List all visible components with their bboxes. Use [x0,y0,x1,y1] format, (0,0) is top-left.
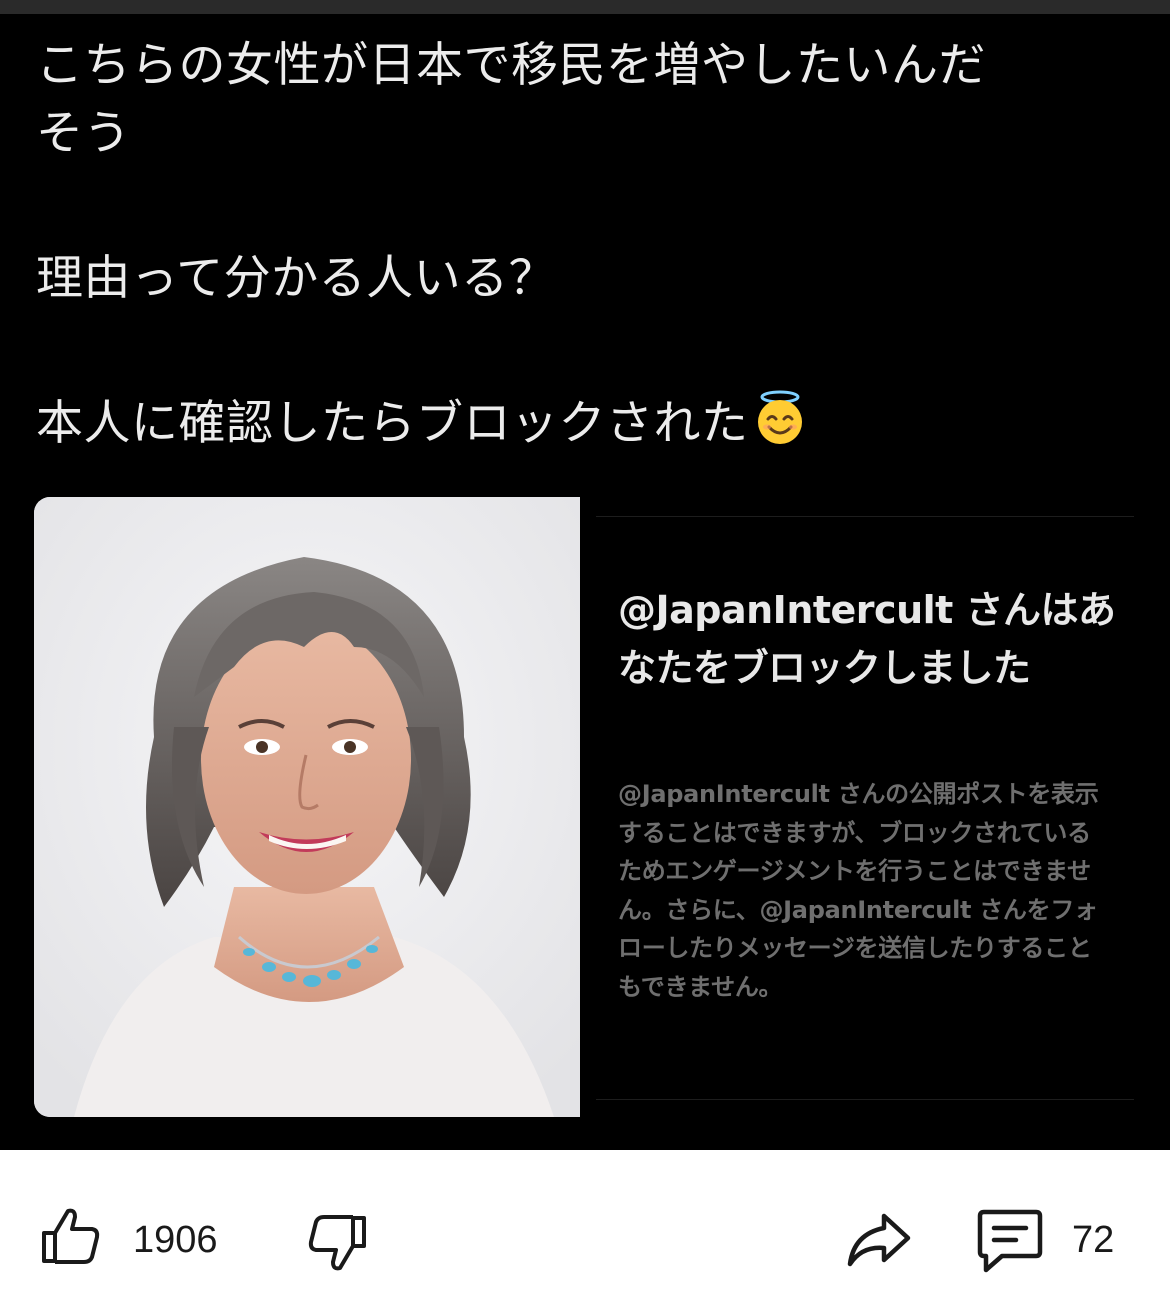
woman-portrait-image[interactable] [34,497,580,1117]
block-notice-body: @JapanIntercult さんの公開ポストを表示することはできますが、ブロ… [618,780,1099,1001]
block-notice-title: @JapanIntercult さんはあなたをブロックしました [618,588,1116,690]
share-arrow-icon[interactable] [846,1212,912,1272]
comment-count: 72 [1072,1219,1115,1261]
action-bar: 1906 72 [0,1150,1170,1310]
post-text-line-4: 本人に確認したらブロックされた [36,389,809,462]
smiling-face-with-halo-icon [751,389,809,462]
thumbs-down-icon[interactable] [306,1212,368,1278]
block-notice-panel: @JapanIntercult さんはあなたをブロックしました @JapanIn… [596,516,1134,1100]
comment-icon[interactable] [976,1208,1044,1278]
post-text-line-3: 理由って分かる人いる？ [36,251,557,306]
top-status-strip [0,0,1170,14]
post-text-line-2: そう [36,106,131,161]
post-text-line-1: こちらの女性が日本で移民を増やしたいんだ [36,38,986,93]
post-text-line-4-text: 本人に確認したらブロックされた [36,396,749,451]
post-content: こちらの女性が日本で移民を増やしたいんだ そう 理由って分かる人いる？ 本人に確… [0,14,1170,1150]
thumbs-up-icon[interactable] [40,1205,102,1271]
like-count: 1906 [133,1219,218,1261]
